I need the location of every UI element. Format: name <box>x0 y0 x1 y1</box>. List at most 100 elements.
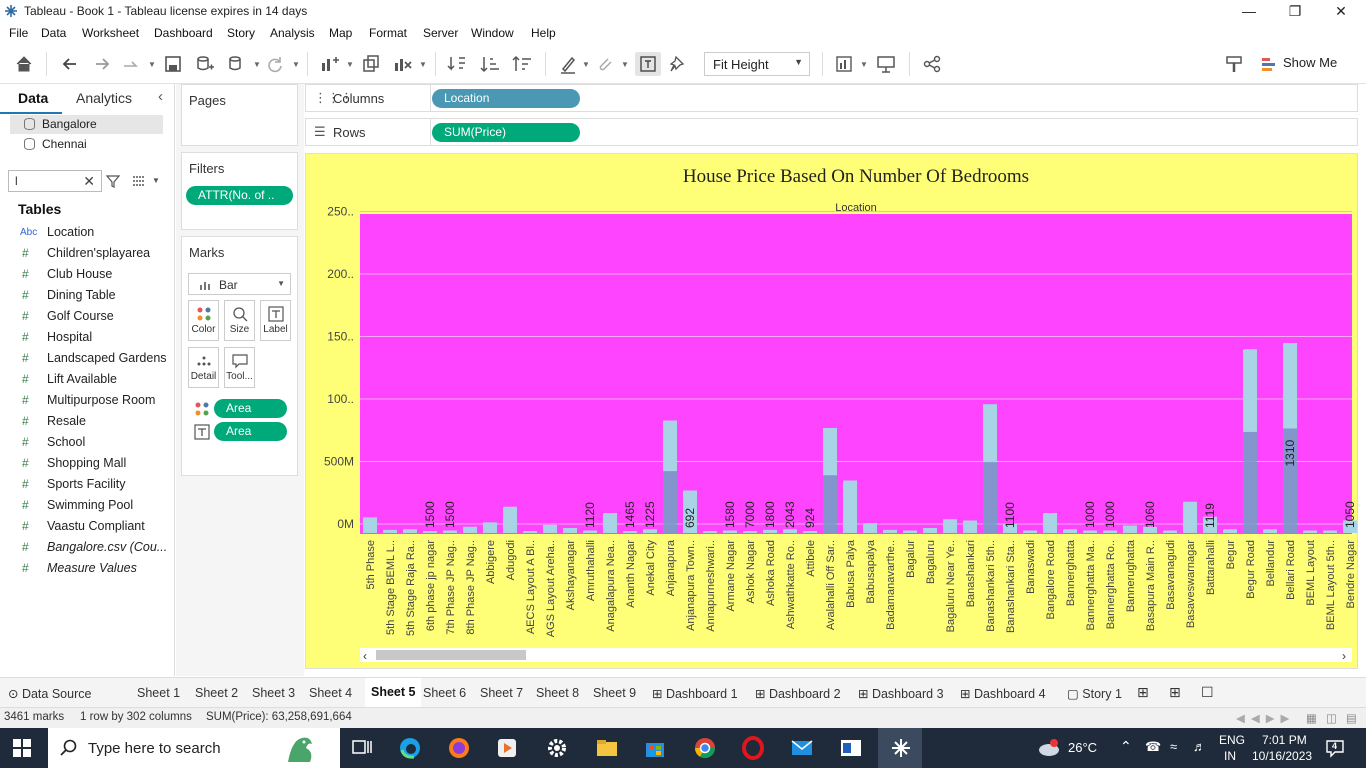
close-window-button[interactable]: ✕ <box>1318 0 1364 23</box>
menu-worksheet[interactable]: Worksheet <box>82 26 139 40</box>
columns-shelf[interactable]: ⋮⋮⋮ Columns Location <box>305 84 1358 112</box>
refresh-icon[interactable] <box>265 54 285 74</box>
chevron-down-icon[interactable]: ▼ <box>152 176 160 185</box>
volume-icon[interactable]: ♬ <box>1193 739 1206 754</box>
marks-pill-color[interactable]: Area <box>214 399 287 418</box>
clock-time[interactable]: 7:01 PM <box>1262 733 1307 747</box>
tab-navigation-icon[interactable]: ◀◀▶▶ <box>1236 711 1295 725</box>
sheet-tab[interactable]: ⊞ Dashboard 1 <box>652 686 738 701</box>
sheet-tab[interactable]: ⊞ Dashboard 4 <box>960 686 1046 701</box>
firefox-icon[interactable] <box>447 736 471 760</box>
new-datasource-icon[interactable] <box>195 54 215 74</box>
duplicate-sheet-icon[interactable] <box>361 54 381 74</box>
tableau-taskbar-item[interactable] <box>878 728 922 768</box>
field-item[interactable]: # Dining Table <box>0 285 174 306</box>
mail-icon[interactable] <box>790 736 814 760</box>
scroll-right-icon[interactable]: › <box>1342 649 1346 663</box>
collapse-pane-icon[interactable]: ‹ <box>158 88 163 105</box>
field-item[interactable]: # Club House <box>0 264 174 285</box>
menu-story[interactable]: Story <box>227 26 255 40</box>
label-button[interactable]: Label <box>260 300 291 341</box>
windows-start-icon[interactable] <box>12 738 32 758</box>
field-item[interactable]: # Golf Course <box>0 306 174 327</box>
edge-icon[interactable] <box>398 736 422 760</box>
undo-icon[interactable] <box>60 54 80 74</box>
field-item[interactable]: # Resale <box>0 411 174 432</box>
restore-button[interactable]: ❐ <box>1272 0 1318 23</box>
show-me-icon[interactable] <box>1260 54 1278 74</box>
field-search-input[interactable]: l ✕ <box>8 170 102 192</box>
datasource-bangalore[interactable]: Bangalore <box>10 115 163 134</box>
sheet-tab[interactable]: ⊞ Dashboard 2 <box>755 686 841 701</box>
tab-data[interactable]: Data <box>18 90 48 106</box>
menu-help[interactable]: Help <box>531 26 556 40</box>
clear-sheet-icon[interactable] <box>393 54 413 74</box>
grid-view-icon[interactable]: ▦ <box>1306 711 1317 725</box>
menu-analysis[interactable]: Analysis <box>270 26 315 40</box>
field-item[interactable]: # Bangalore.csv (Cou... <box>0 537 174 558</box>
pages-card[interactable]: Pages <box>181 84 298 146</box>
new-story-icon[interactable]: ☐ <box>1201 684 1214 701</box>
share-icon[interactable] <box>922 54 942 74</box>
sheet-tab[interactable]: Sheet 8 <box>536 686 579 700</box>
columns-pill[interactable]: Location <box>432 89 580 108</box>
task-view-icon[interactable] <box>350 736 374 760</box>
menu-dashboard[interactable]: Dashboard <box>154 26 213 40</box>
store-icon[interactable] <box>643 736 667 760</box>
mark-type-dropdown[interactable]: Bar ▼ <box>188 273 291 295</box>
field-item[interactable]: # Shopping Mall <box>0 453 174 474</box>
presentation-mode-icon[interactable] <box>876 54 896 74</box>
replay-icon[interactable] <box>121 54 141 74</box>
rows-shelf[interactable]: ☰ Rows SUM(Price) <box>305 118 1358 146</box>
view-options-icon[interactable] <box>132 174 146 188</box>
format-painter-icon[interactable] <box>1224 54 1244 74</box>
pin-icon[interactable] <box>668 54 688 74</box>
show-me-button[interactable]: Show Me <box>1283 55 1337 70</box>
sort-ascending-icon[interactable] <box>480 54 500 74</box>
size-button[interactable]: Size <box>224 300 255 341</box>
color-button[interactable]: Color <box>188 300 219 341</box>
home-icon[interactable] <box>14 54 34 74</box>
rows-pill[interactable]: SUM(Price) <box>432 123 580 142</box>
filters-card[interactable]: Filters ATTR(No. of .. <box>181 152 298 230</box>
sheet-tab[interactable]: Sheet 6 <box>423 686 466 700</box>
show-cards-icon[interactable] <box>835 54 855 74</box>
menu-data[interactable]: Data <box>41 26 66 40</box>
media-player-icon[interactable] <box>495 736 519 760</box>
clear-search-icon[interactable]: ✕ <box>83 173 95 190</box>
fit-dropdown[interactable]: Fit Height ▼ <box>704 52 810 76</box>
filter-pill[interactable]: ATTR(No. of .. <box>186 186 293 205</box>
sort-descending-icon[interactable] <box>512 54 532 74</box>
menu-format[interactable]: Format <box>369 26 407 40</box>
field-item[interactable]: # Landscaped Gardens <box>0 348 174 369</box>
settings-gear-icon[interactable] <box>545 736 569 760</box>
sheet-tab[interactable]: Sheet 9 <box>593 686 636 700</box>
chrome-icon[interactable] <box>693 736 717 760</box>
field-item[interactable]: # School <box>0 432 174 453</box>
menu-server[interactable]: Server <box>423 26 458 40</box>
weather-icon[interactable] <box>1036 738 1062 758</box>
field-item[interactable]: # Swimming Pool <box>0 495 174 516</box>
sheet-tab[interactable]: Sheet 4 <box>309 686 352 700</box>
scroll-left-icon[interactable]: ‹ <box>363 649 367 663</box>
detail-button[interactable]: Detail <box>188 347 219 388</box>
field-item[interactable]: # Measure Values <box>0 558 174 579</box>
file-explorer-icon[interactable] <box>595 736 619 760</box>
new-worksheet-icon[interactable] <box>320 54 340 74</box>
pause-datasource-icon[interactable] <box>227 54 247 74</box>
sheet-tab[interactable]: Sheet 1 <box>137 686 180 700</box>
filter-icon[interactable] <box>106 174 120 188</box>
field-item[interactable]: # Children'splayarea <box>0 243 174 264</box>
field-item[interactable]: # Lift Available <box>0 369 174 390</box>
redo-icon[interactable] <box>92 54 112 74</box>
datasource-chennai[interactable]: Chennai <box>10 135 163 154</box>
new-dashboard-icon[interactable]: ⊞ <box>1169 684 1181 701</box>
new-sheet-icon[interactable]: ⊞ <box>1137 684 1149 701</box>
field-item[interactable]: Abc Location <box>0 222 174 243</box>
sheet-tab[interactable]: Sheet 2 <box>195 686 238 700</box>
tab-analytics[interactable]: Analytics <box>76 90 132 106</box>
scrollbar-thumb[interactable] <box>376 650 526 660</box>
marks-pill-label[interactable]: Area <box>214 422 287 441</box>
menu-file[interactable]: File <box>9 26 28 40</box>
sheet-tab[interactable]: Sheet 3 <box>252 686 295 700</box>
